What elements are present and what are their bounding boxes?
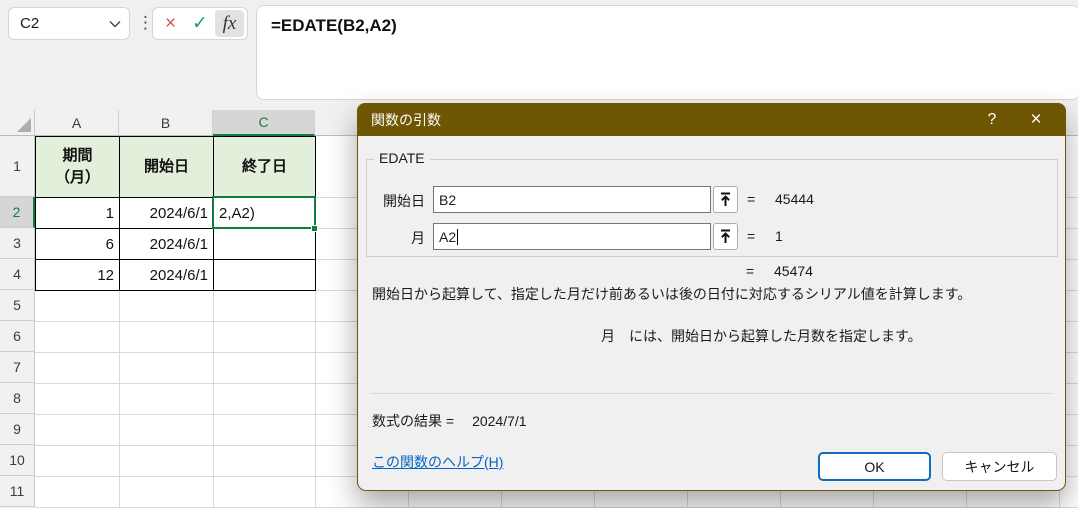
arg2-input[interactable]: A2 [433, 223, 711, 250]
arg1-equals: = [747, 191, 756, 207]
arg2-range-select-button[interactable] [713, 223, 738, 250]
cell-c4[interactable] [214, 260, 316, 291]
col-header-d-partial[interactable] [315, 110, 358, 135]
dialog-close-icon[interactable]: × [1014, 103, 1058, 136]
dialog-title: 関数の引数 [371, 111, 441, 128]
text-caret [457, 228, 459, 245]
overall-equals: = [746, 263, 755, 279]
cell-a2[interactable]: 1 [36, 198, 120, 229]
cancel-button[interactable]: キャンセル [942, 452, 1057, 481]
row-header-11[interactable]: 11 [0, 476, 35, 507]
row-header-4[interactable]: 4 [0, 259, 35, 290]
argument-description: 月 には、開始日から起算した月数を指定します。 [601, 328, 922, 344]
arg1-value: B2 [439, 191, 457, 208]
row-header-8[interactable]: 8 [0, 383, 35, 414]
row-header-column: 1 2 3 4 5 6 7 8 9 10 11 [0, 136, 35, 507]
name-box-value: C2 [20, 15, 40, 32]
row-header-1[interactable]: 1 [0, 136, 35, 197]
cell-a4[interactable]: 12 [36, 260, 120, 291]
row-header-10[interactable]: 10 [0, 445, 35, 476]
arg2-equals: = [747, 228, 756, 244]
formula-text: =EDATE(B2,A2) [271, 16, 397, 35]
col-header-c[interactable]: C [213, 110, 315, 136]
cell-a1-line1: 期間 [62, 147, 93, 165]
row-header-9[interactable]: 9 [0, 414, 35, 445]
cell-a3[interactable]: 6 [36, 229, 120, 260]
collapse-dialog-icon [721, 192, 730, 206]
row-header-3[interactable]: 3 [0, 228, 35, 259]
name-box[interactable]: C2 [8, 7, 130, 40]
formula-bar[interactable]: =EDATE(B2,A2) [256, 5, 1078, 100]
formula-toolbar: × ✓ fx [152, 7, 248, 40]
overall-result: 45474 [774, 263, 813, 279]
dialog-title-bar[interactable]: 関数の引数 ? × [357, 103, 1066, 136]
cell-b4[interactable]: 2024/6/1 [120, 260, 214, 291]
arg1-range-select-button[interactable] [713, 186, 738, 213]
cell-c3[interactable] [214, 229, 316, 260]
cell-a1[interactable]: 期間 （月） [36, 137, 120, 198]
collapse-dialog-icon [721, 229, 730, 243]
cell-a1-line2: （月） [54, 169, 100, 186]
function-help-link[interactable]: この関数のヘルプ(H) [372, 452, 503, 472]
enter-entry-button[interactable]: ✓ [186, 10, 215, 37]
data-table: 期間 （月） 開始日 終了日 1 2024/6/1 2,A2) 6 2024/6… [35, 136, 316, 291]
fill-handle[interactable] [311, 225, 318, 232]
formula-result-line: 数式の結果 = 2024/7/1 [372, 411, 527, 431]
formula-result-value: 2024/7/1 [472, 413, 527, 429]
arg2-label: 月 [411, 230, 425, 246]
function-description: 開始日から起算して、指定した月だけ前あるいは後の日付に対応するシリアル値を計算し… [372, 286, 972, 302]
row-header-2[interactable]: 2 [0, 197, 35, 228]
row-header-7[interactable]: 7 [0, 352, 35, 383]
chevron-down-icon[interactable] [109, 20, 121, 28]
arg1-label: 開始日 [383, 193, 425, 209]
col-header-a[interactable]: A [35, 110, 119, 135]
select-all-corner[interactable] [0, 110, 35, 136]
row-header-5[interactable]: 5 [0, 290, 35, 321]
cell-c1[interactable]: 終了日 [214, 137, 316, 198]
formula-result-label: 数式の結果 = [372, 413, 455, 429]
col-header-b[interactable]: B [119, 110, 213, 135]
cell-c2-editing[interactable]: 2,A2) [214, 198, 316, 229]
function-arguments-dialog: 関数の引数 ? × EDATE 開始日 B2 = 45444 月 A2 = 1 … [357, 103, 1066, 491]
arg2-value: A2 [439, 228, 457, 245]
arg1-input[interactable]: B2 [433, 186, 711, 213]
arg1-result: 45444 [775, 191, 814, 207]
dialog-divider [370, 393, 1053, 394]
insert-function-button[interactable]: fx [215, 10, 244, 37]
select-all-triangle-icon [17, 118, 31, 132]
cell-b3[interactable]: 2024/6/1 [120, 229, 214, 260]
cell-b1[interactable]: 開始日 [120, 137, 214, 198]
ok-button[interactable]: OK [818, 452, 931, 481]
cell-b2[interactable]: 2024/6/1 [120, 198, 214, 229]
function-name-label: EDATE [374, 150, 430, 166]
arg2-result: 1 [775, 228, 783, 244]
dialog-help-icon[interactable]: ? [970, 103, 1014, 136]
function-group-box: EDATE 開始日 B2 = 45444 月 A2 = 1 [366, 150, 1058, 257]
cancel-entry-button[interactable]: × [156, 10, 185, 37]
row-header-6[interactable]: 6 [0, 321, 35, 352]
